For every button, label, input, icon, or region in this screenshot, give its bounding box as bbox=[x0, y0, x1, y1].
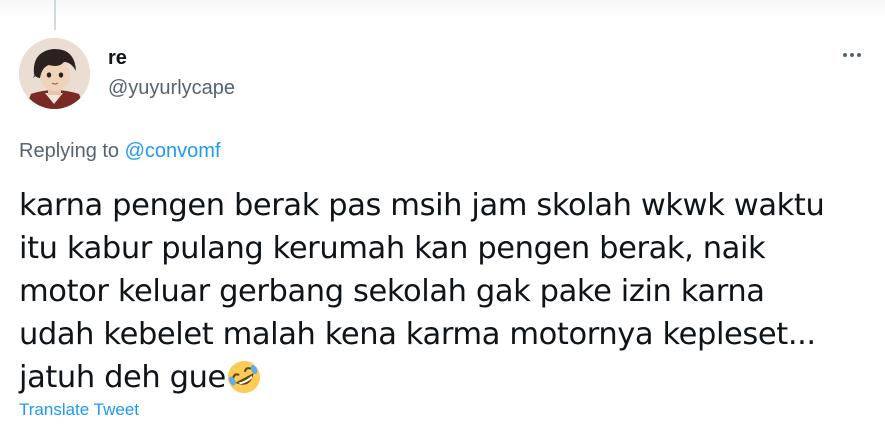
more-dot-icon bbox=[857, 53, 861, 57]
tweet-text-line-last: jatuh deh gue bbox=[19, 356, 874, 399]
more-dot-icon bbox=[850, 53, 854, 57]
thread-connector-line bbox=[54, 0, 56, 30]
more-dot-icon bbox=[843, 53, 847, 57]
more-options-button[interactable] bbox=[832, 40, 872, 70]
tweet-text: karna pengen berak pas msih jam skolah w… bbox=[19, 184, 874, 399]
user-handle[interactable]: @yuyurlycape bbox=[108, 76, 235, 100]
replying-to-mention-link[interactable]: @convomf bbox=[125, 140, 221, 162]
avatar[interactable] bbox=[19, 38, 90, 109]
replying-prefix: Replying to bbox=[19, 140, 125, 162]
tweet-text-line: motor keluar gerbang sekolah gak pake iz… bbox=[19, 274, 765, 309]
display-name[interactable]: re bbox=[108, 46, 127, 70]
tweet-text-line: jatuh deh gue bbox=[19, 360, 226, 395]
avatar-image bbox=[19, 38, 90, 109]
replying-to: Replying to @convomf bbox=[19, 139, 221, 163]
translate-tweet-link[interactable]: Translate Tweet bbox=[19, 400, 139, 420]
rolling-on-the-floor-laughing-icon bbox=[227, 360, 260, 394]
previous-tweet-fade bbox=[0, 0, 885, 18]
tweet-text-line: itu kabur pulang kerumah kan pengen bera… bbox=[19, 231, 766, 266]
tweet-text-line: karna pengen berak pas msih jam skolah w… bbox=[19, 188, 825, 223]
tweet-text-line: udah kebelet malah kena karma motornya k… bbox=[19, 317, 816, 352]
